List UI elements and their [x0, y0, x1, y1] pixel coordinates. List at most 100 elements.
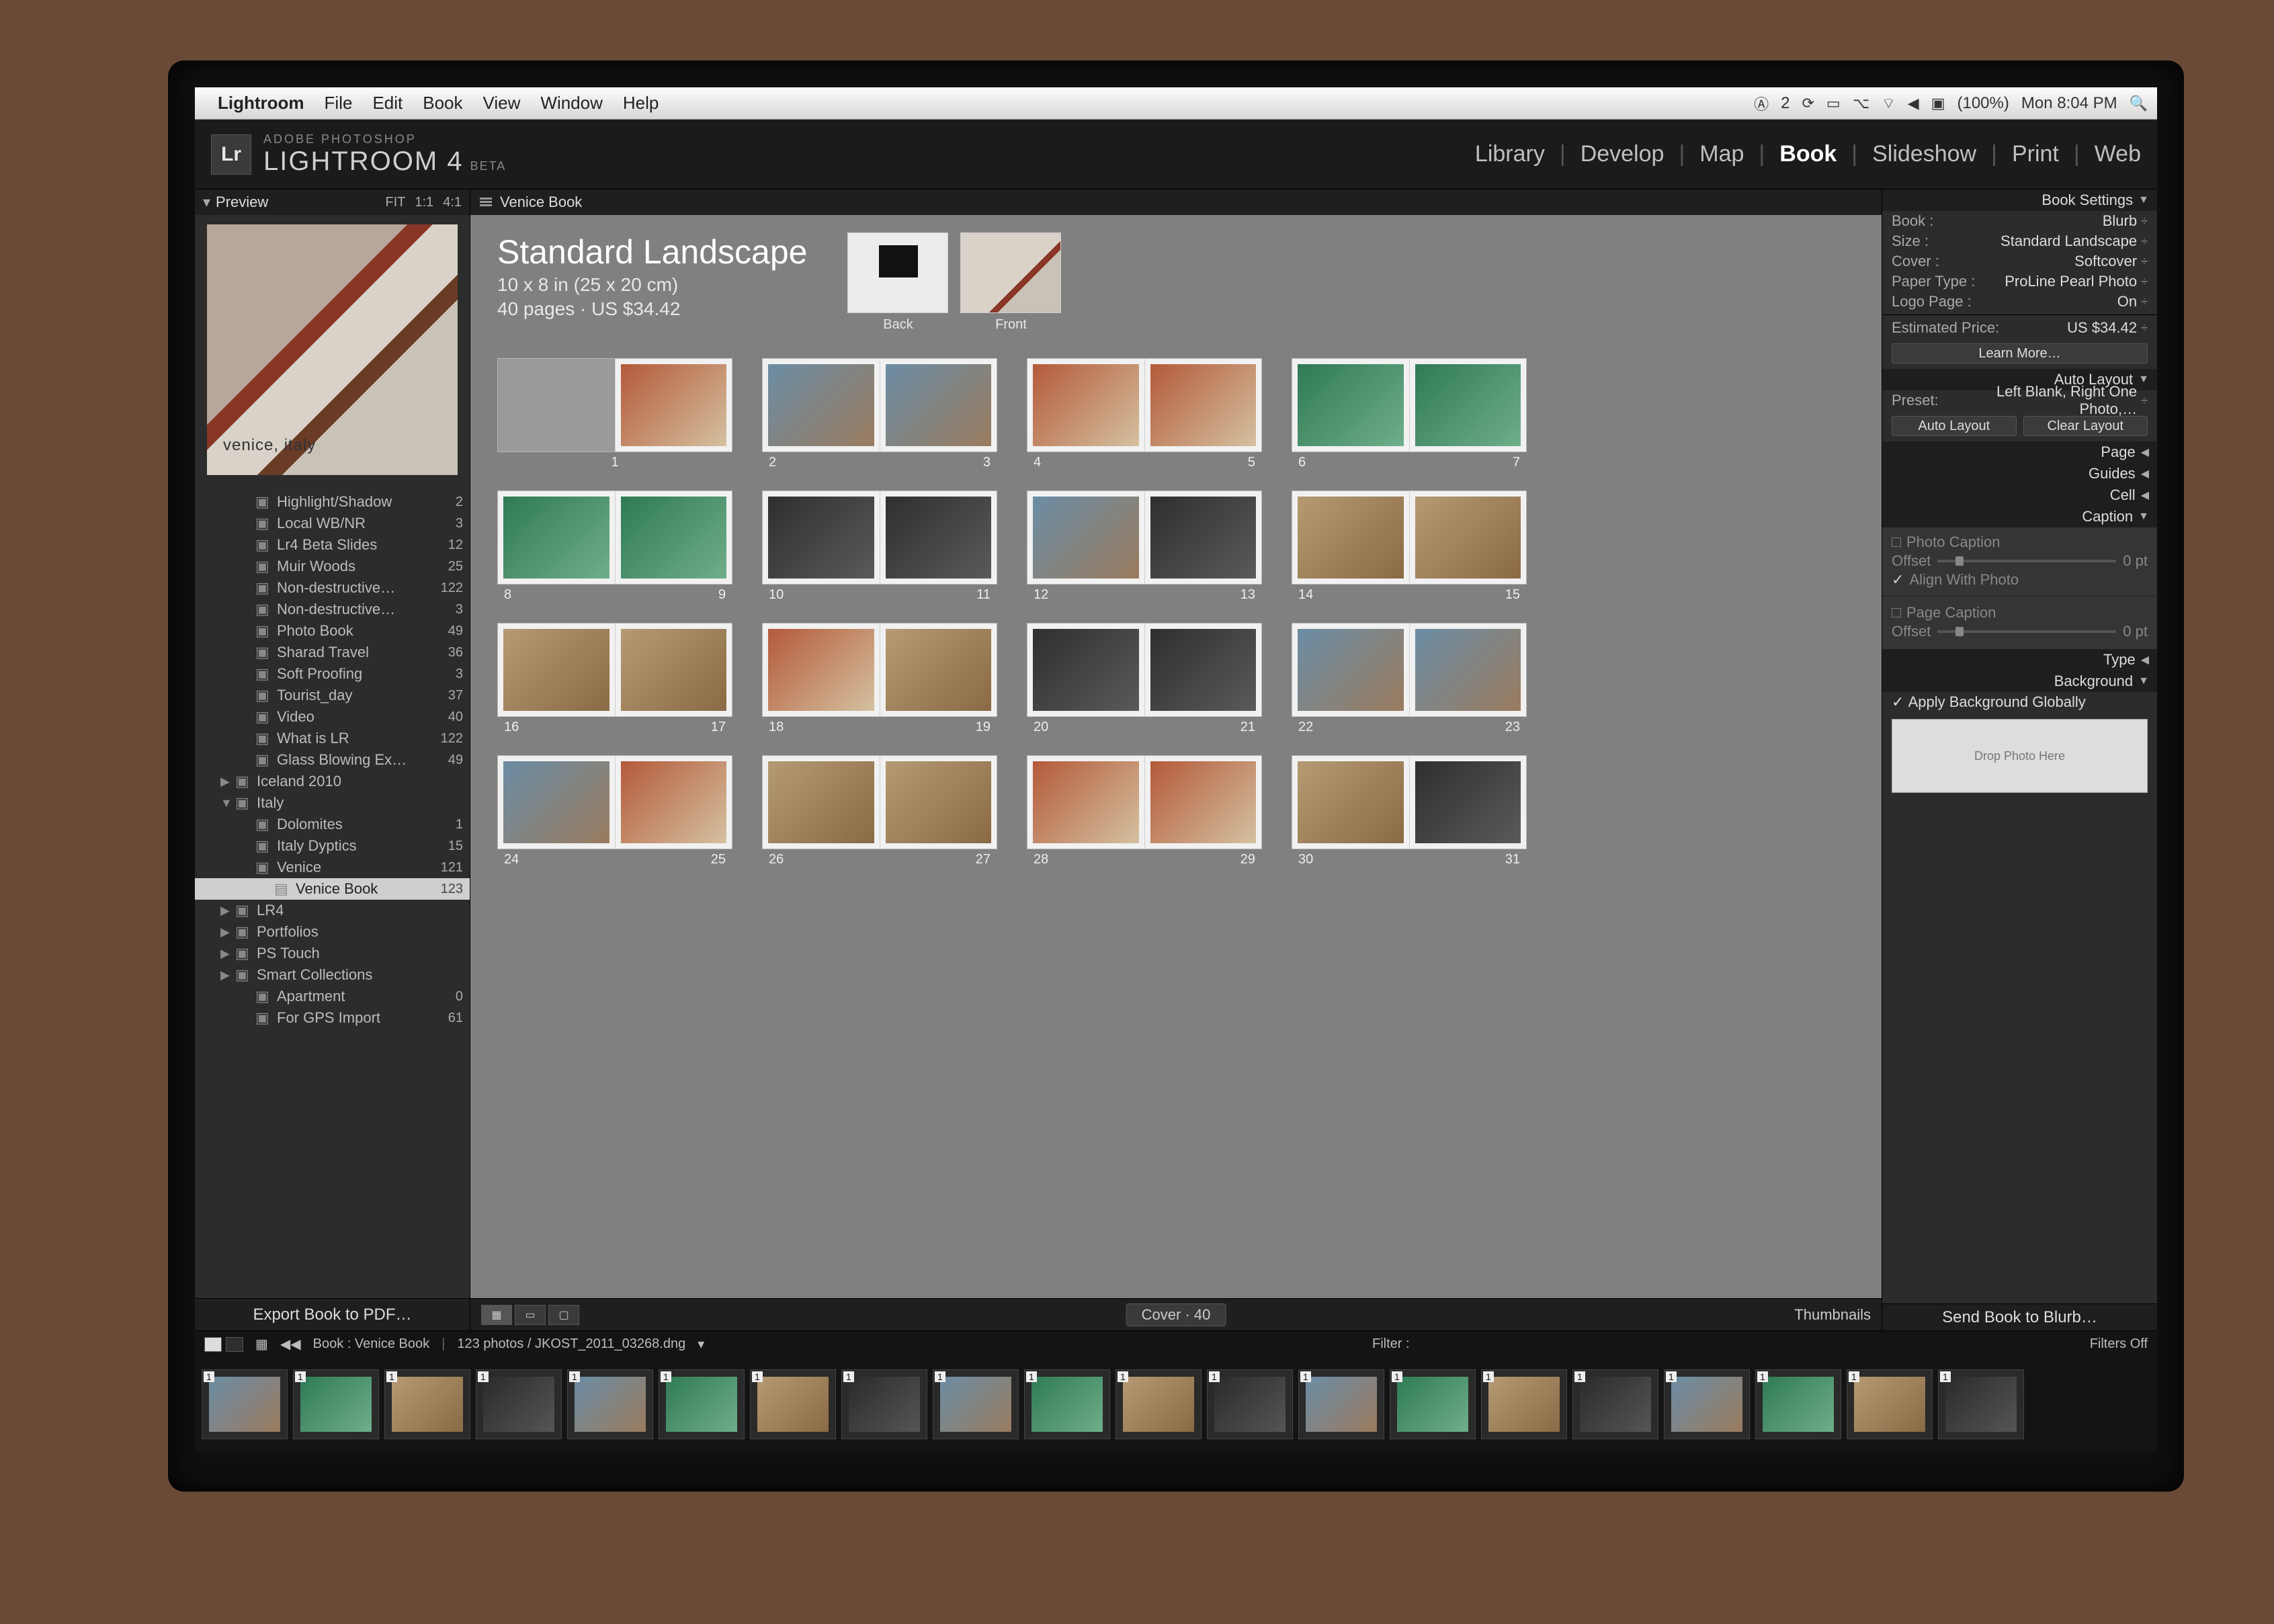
collection-row[interactable]: ▣Venice121	[195, 857, 470, 878]
page-panel-header[interactable]: Page◀	[1882, 441, 2157, 463]
preview-image[interactable]: venice, italy	[207, 224, 458, 475]
front-cover-thumb[interactable]	[960, 232, 1061, 313]
grid-toggle-icon[interactable]: ▦	[255, 1336, 268, 1353]
collection-row[interactable]: ▶▣PS Touch	[195, 943, 470, 964]
page-left[interactable]	[763, 756, 880, 849]
collection-row[interactable]: ▣Muir Woods25	[195, 556, 470, 577]
page-caption-offset-slider[interactable]: Offset0 pt	[1892, 622, 2148, 641]
page-right[interactable]	[880, 491, 997, 584]
book-setting-row[interactable]: Size :Standard Landscape÷	[1882, 231, 2157, 251]
menu-edit[interactable]: Edit	[372, 93, 403, 114]
collection-row[interactable]: ▣Non-destructive…122	[195, 577, 470, 599]
setting-value[interactable]: ProLine Pearl Photo	[2005, 273, 2137, 290]
spread[interactable]: 1	[497, 358, 732, 473]
menu-help[interactable]: Help	[623, 93, 659, 114]
filmstrip-thumb[interactable]: 1	[659, 1369, 745, 1439]
filmstrip-thumb[interactable]: 1	[1938, 1369, 2024, 1439]
page-right[interactable]	[1410, 624, 1527, 716]
battery-icon[interactable]: ▣	[1931, 95, 1945, 112]
spread[interactable]: 23	[762, 358, 997, 473]
preset-row[interactable]: Preset: Left Blank, Right One Photo,…÷	[1882, 390, 2157, 411]
nav-back-icon[interactable]: ◀◀	[280, 1336, 301, 1353]
page-right[interactable]	[1145, 624, 1262, 716]
module-develop[interactable]: Develop	[1581, 141, 1665, 167]
clear-layout-button[interactable]: Clear Layout	[2023, 416, 2148, 436]
spread[interactable]: 89	[497, 490, 732, 605]
page-left[interactable]	[763, 624, 880, 716]
book-setting-row[interactable]: Logo Page :On÷	[1882, 292, 2157, 312]
notification-icon[interactable]: Ⓐ	[1754, 93, 1769, 114]
apply-bg-globally-checkbox[interactable]: ✓ Apply Background Globally	[1882, 692, 2157, 712]
filmstrip-breadcrumb[interactable]: Book : Venice Book	[313, 1336, 429, 1352]
page-right[interactable]	[1410, 491, 1527, 584]
page-right[interactable]	[616, 756, 732, 849]
page-left[interactable]	[1292, 359, 1410, 452]
filmstrip-thumb[interactable]: 1	[750, 1369, 836, 1439]
type-panel-header[interactable]: Type◀	[1882, 649, 2157, 671]
page-left[interactable]	[498, 756, 616, 849]
nav-dropdown-icon[interactable]: ▾	[698, 1336, 704, 1353]
page-right[interactable]	[1145, 491, 1262, 584]
volume-icon[interactable]: ◀	[1908, 95, 1919, 112]
page-left[interactable]	[1027, 624, 1145, 716]
page-left[interactable]	[1027, 491, 1145, 584]
collection-row[interactable]: ▣Local WB/NR3	[195, 513, 470, 534]
filmstrip-thumb[interactable]: 1	[1207, 1369, 1293, 1439]
wifi-icon[interactable]: ⌔	[1882, 94, 1896, 113]
module-book[interactable]: Book	[1779, 141, 1837, 167]
grid-icon[interactable]	[480, 198, 492, 207]
page-right[interactable]	[880, 756, 997, 849]
filmstrip-thumb[interactable]: 1	[1390, 1369, 1476, 1439]
setting-value[interactable]: Standard Landscape	[2001, 232, 2137, 250]
send-book-to-blurb-button[interactable]: Send Book to Blurb…	[1882, 1304, 2157, 1330]
filmstrip-thumb[interactable]: 1	[202, 1369, 288, 1439]
collection-row[interactable]: ▣Video40	[195, 706, 470, 728]
setting-value[interactable]: Blurb	[2103, 212, 2137, 230]
page-left[interactable]	[1292, 491, 1410, 584]
filmstrip-thumb[interactable]: 1	[1755, 1369, 1841, 1439]
collections-list[interactable]: ▣Highlight/Shadow2▣Local WB/NR3▣Lr4 Beta…	[195, 491, 470, 1298]
collection-row[interactable]: ▣Lr4 Beta Slides12	[195, 534, 470, 556]
collection-row[interactable]: ▼▣Italy	[195, 792, 470, 814]
collection-row[interactable]: ▶▣LR4	[195, 900, 470, 921]
photo-caption-checkbox[interactable]: Photo Caption	[1892, 533, 2148, 552]
filmstrip-thumb[interactable]: 1	[933, 1369, 1019, 1439]
guides-panel-header[interactable]: Guides◀	[1882, 463, 2157, 484]
page-left[interactable]	[1027, 359, 1145, 452]
setting-value[interactable]: Softcover	[2074, 253, 2137, 270]
page-left[interactable]	[1292, 624, 1410, 716]
filmstrip-thumb[interactable]: 1	[1847, 1369, 1933, 1439]
spread[interactable]: 45	[1027, 358, 1262, 473]
filmstrip-thumb[interactable]: 1	[1024, 1369, 1110, 1439]
disclosure-triangle-icon[interactable]: ▾	[203, 194, 210, 211]
page-right[interactable]	[1410, 756, 1527, 849]
filmstrip-thumb[interactable]: 1	[1572, 1369, 1658, 1439]
collection-row[interactable]: ▣Photo Book49	[195, 620, 470, 642]
zoom-4-1[interactable]: 4:1	[443, 195, 462, 210]
caption-panel-header[interactable]: Caption▼	[1882, 506, 2157, 527]
collection-row[interactable]: ▶▣Smart Collections	[195, 964, 470, 986]
spread[interactable]: 1617	[497, 623, 732, 738]
page-caption-checkbox[interactable]: Page Caption	[1892, 603, 2148, 622]
book-setting-row[interactable]: Paper Type :ProLine Pearl Photo÷	[1882, 271, 2157, 292]
collection-row[interactable]: ▶▣Iceland 2010	[195, 771, 470, 792]
background-drop-zone[interactable]: Drop Photo Here	[1892, 719, 2148, 793]
spread[interactable]: 1213	[1027, 490, 1262, 605]
filmstrip-thumb[interactable]: 1	[1115, 1369, 1202, 1439]
page-left[interactable]	[1292, 756, 1410, 849]
collection-row[interactable]: ▣Italy Dyptics15	[195, 835, 470, 857]
spread[interactable]: 2223	[1292, 623, 1527, 738]
menu-app[interactable]: Lightroom	[218, 93, 304, 114]
photo-caption-offset-slider[interactable]: Offset0 pt	[1892, 552, 2148, 570]
module-web[interactable]: Web	[2095, 141, 2141, 167]
bluetooth-icon[interactable]: ⌥	[1853, 95, 1869, 112]
background-panel-header[interactable]: Background▼	[1882, 671, 2157, 692]
spread[interactable]: 1011	[762, 490, 997, 605]
spotlight-icon[interactable]: 🔍	[2130, 95, 2148, 112]
export-book-pdf-button[interactable]: Export Book to PDF…	[195, 1298, 470, 1330]
spread[interactable]: 67	[1292, 358, 1527, 473]
filmstrip-thumb[interactable]: 1	[841, 1369, 927, 1439]
menubar-clock[interactable]: Mon 8:04 PM	[2021, 94, 2117, 113]
page-right[interactable]	[1145, 359, 1262, 452]
disclosure-triangle-icon[interactable]: ▶	[220, 904, 231, 918]
